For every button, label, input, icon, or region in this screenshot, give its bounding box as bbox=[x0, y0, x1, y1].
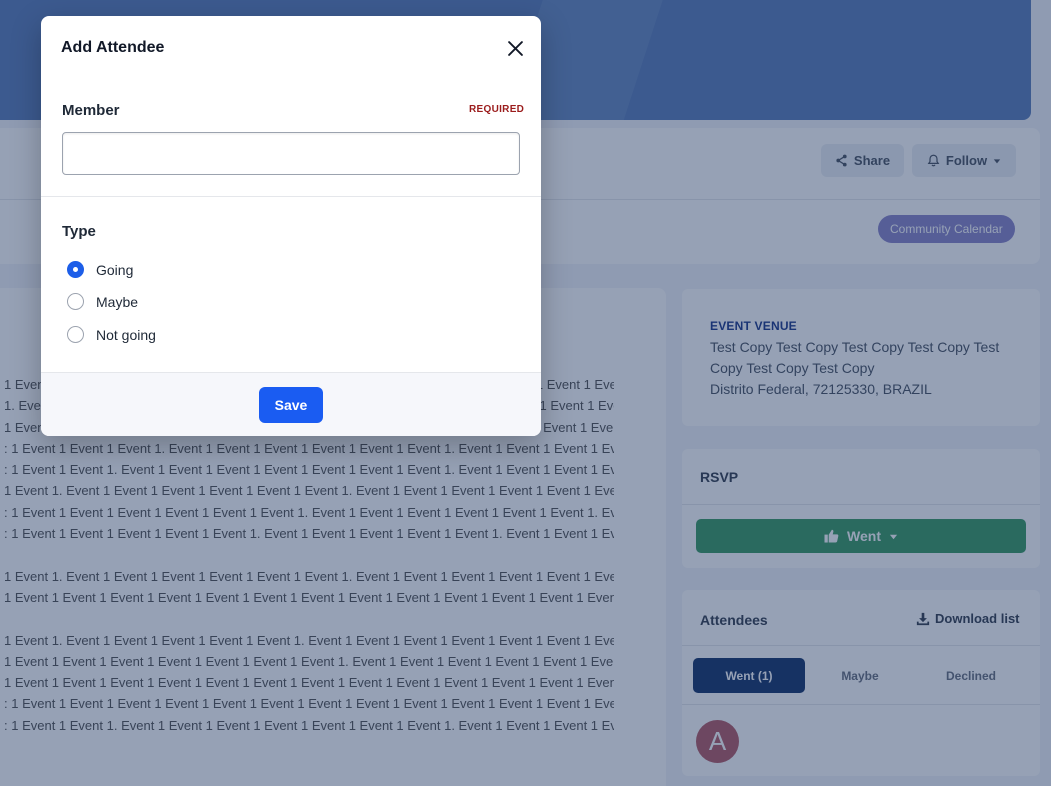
radio-not-going[interactable]: Not going bbox=[67, 326, 156, 343]
save-button[interactable]: Save bbox=[259, 387, 323, 423]
radio-maybe[interactable]: Maybe bbox=[67, 293, 138, 310]
required-indicator: REQUIRED bbox=[469, 104, 525, 115]
member-input[interactable] bbox=[62, 132, 520, 175]
close-icon bbox=[507, 40, 523, 56]
radio-label-maybe: Maybe bbox=[96, 293, 139, 310]
modal-divider bbox=[41, 196, 541, 197]
add-attendee-modal: Add Attendee Member REQUIRED Type Going … bbox=[41, 16, 541, 436]
radio-button-going[interactable] bbox=[67, 261, 84, 278]
type-label: Type bbox=[62, 223, 96, 240]
radio-label-going: Going bbox=[96, 261, 134, 278]
close-button[interactable] bbox=[503, 36, 527, 60]
radio-going[interactable]: Going bbox=[67, 261, 133, 278]
radio-button-maybe[interactable] bbox=[67, 293, 84, 310]
radio-label-not-going: Not going bbox=[96, 326, 156, 343]
modal-title: Add Attendee bbox=[61, 39, 165, 56]
member-label: Member bbox=[62, 102, 120, 119]
modal-footer: Save bbox=[41, 372, 541, 436]
radio-button-not-going[interactable] bbox=[67, 326, 84, 343]
